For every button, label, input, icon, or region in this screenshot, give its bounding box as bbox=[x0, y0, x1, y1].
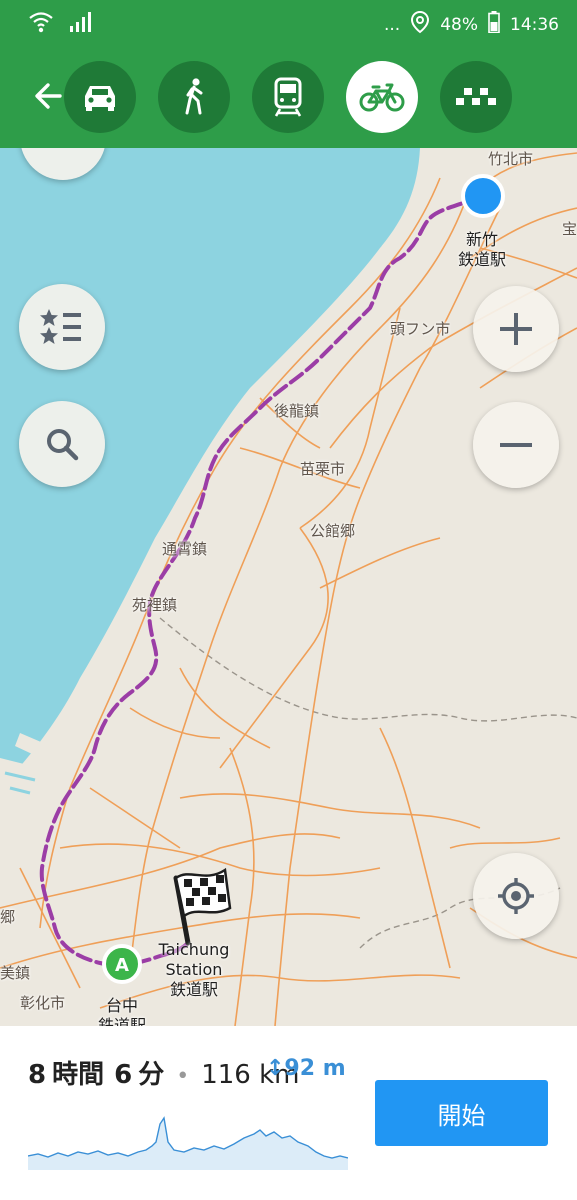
start-marker-label: A bbox=[115, 955, 129, 976]
elevation-profile-chart bbox=[28, 1116, 348, 1170]
taxi-icon bbox=[456, 88, 496, 105]
battery-percent: 48% bbox=[440, 14, 478, 35]
mode-transit-button[interactable] bbox=[252, 61, 324, 133]
bookmarks-button[interactable] bbox=[19, 284, 105, 370]
map-view[interactable]: A 竹北市 宝 新竹 鉄道駅 頭フン市 後龍鎮 苗栗市 公館郷 通霄鎮 苑裡鎮 … bbox=[0, 148, 577, 1026]
elevation-gain: ↕92 m bbox=[266, 1056, 346, 1081]
start-navigation-button[interactable]: 開始 bbox=[375, 1080, 548, 1146]
back-button[interactable] bbox=[30, 78, 66, 114]
my-location-button[interactable] bbox=[473, 853, 559, 939]
place-label: 苑裡鎮 bbox=[132, 596, 178, 614]
pedestrian-icon bbox=[185, 78, 203, 115]
place-label: 竹北市 bbox=[488, 150, 534, 168]
place-label: 通霄鎮 bbox=[162, 540, 208, 558]
taichung-station-label: Taichung Station 鉄道駅 bbox=[158, 940, 230, 999]
locate-icon bbox=[498, 878, 534, 914]
current-location-dot bbox=[461, 174, 505, 218]
arrow-left-icon bbox=[35, 83, 62, 109]
place-label: 苗栗市 bbox=[300, 460, 346, 478]
battery-icon bbox=[488, 11, 500, 38]
signal-icon bbox=[68, 11, 94, 37]
mode-taxi-button[interactable] bbox=[440, 61, 512, 133]
duration-minutes-unit: 分 bbox=[138, 1060, 165, 1090]
place-label: 郷 bbox=[0, 908, 16, 926]
zoom-out-button[interactable] bbox=[473, 402, 559, 488]
wifi-icon bbox=[28, 10, 54, 38]
taichung-city-label: 台中 鉄道駅 bbox=[97, 996, 146, 1026]
location-icon bbox=[410, 10, 430, 39]
car-icon bbox=[85, 86, 115, 111]
route-summary-panel: 8 時間 6 分 • 116 km ↕92 m 開始 bbox=[0, 1026, 577, 1200]
zoom-in-button[interactable] bbox=[473, 286, 559, 372]
minus-icon bbox=[500, 443, 532, 447]
route-summary: 8 時間 6 分 • 116 km bbox=[28, 1054, 299, 1091]
place-label: 彰化市 bbox=[20, 994, 66, 1012]
route-mode-toolbar bbox=[0, 46, 577, 148]
chevron-down-icon bbox=[49, 148, 77, 151]
duration-hours-unit: 時間 bbox=[52, 1060, 105, 1090]
place-label: 宝 bbox=[562, 220, 577, 238]
finish-flag-icon bbox=[173, 867, 232, 946]
mode-car-button[interactable] bbox=[64, 61, 136, 133]
plus-icon bbox=[500, 313, 532, 345]
clock: 14:36 bbox=[510, 14, 559, 35]
place-label: 後龍鎮 bbox=[274, 402, 320, 420]
place-label: 公館郷 bbox=[310, 522, 356, 540]
search-icon bbox=[47, 429, 79, 461]
mode-bicycle-button[interactable] bbox=[346, 61, 418, 133]
notification-dots: ... bbox=[383, 14, 401, 35]
hsinchu-station-label: 新竹 鉄道駅 bbox=[457, 230, 506, 269]
duration-hours: 8 bbox=[28, 1060, 47, 1090]
place-label: 美鎮 bbox=[0, 964, 31, 982]
mode-walk-button[interactable] bbox=[158, 61, 230, 133]
bicycle-icon bbox=[359, 83, 405, 112]
search-button[interactable] bbox=[19, 401, 105, 487]
duration-minutes: 6 bbox=[114, 1060, 133, 1090]
place-label: 頭フン市 bbox=[390, 320, 451, 338]
separator: • bbox=[176, 1064, 190, 1089]
bookmarks-icon bbox=[40, 309, 81, 344]
train-icon bbox=[274, 77, 302, 117]
status-bar: ... 48% 14:36 bbox=[0, 0, 577, 46]
